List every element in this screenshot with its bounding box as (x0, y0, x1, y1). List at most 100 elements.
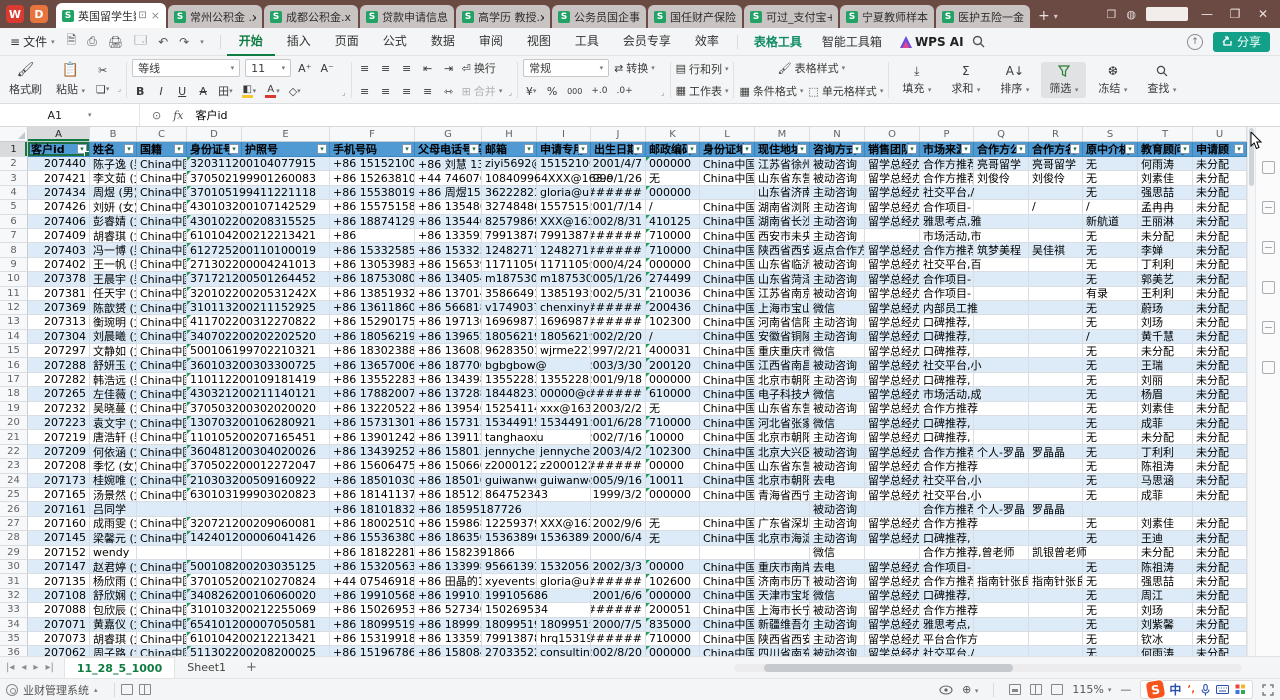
row-number[interactable]: 10 (0, 272, 28, 286)
cell[interactable] (1029, 330, 1083, 344)
cell[interactable] (974, 488, 1029, 502)
cell[interactable]: China中国 (137, 632, 187, 646)
cell[interactable] (974, 402, 1029, 416)
cell[interactable]: 未分配 (1193, 589, 1247, 603)
cell[interactable]: 142401200006041426 (187, 531, 242, 545)
cell[interactable]: 主动咨询 (810, 373, 865, 387)
fill-color-button[interactable]: ◧▾ (240, 83, 259, 99)
ribbon-tab-数据[interactable]: 数据 (419, 28, 467, 56)
cell[interactable] (1029, 459, 1083, 473)
cell[interactable]: +86 1343982452 (415, 373, 482, 387)
minimize-button[interactable]: — (1198, 7, 1216, 21)
cell[interactable]: 上海市长宁 (755, 603, 810, 617)
cell[interactable]: 无 (1083, 603, 1138, 617)
font-expander-icon[interactable]: ⌟ (342, 88, 346, 97)
cell[interactable]: +86 15263810 (330, 171, 415, 185)
currency-button[interactable]: ¥▾ (523, 83, 539, 99)
cell[interactable]: 710000 (646, 416, 700, 430)
cell[interactable]: 市场活动,市 (920, 229, 974, 243)
cell[interactable]: 王迪 (1138, 531, 1193, 545)
italic-button[interactable]: I (153, 83, 169, 99)
cell[interactable]: 117110505 (482, 258, 537, 272)
center-view-icon[interactable]: ⊕ ▾ (962, 683, 978, 696)
filter-dropdown-icon[interactable]: ▾ (77, 144, 87, 154)
cell[interactable]: 被动咨询 (810, 603, 865, 617)
sogou-logo-icon[interactable]: S (1146, 680, 1166, 700)
cell[interactable]: 2001/6/6 (591, 589, 646, 603)
cell[interactable]: 956613934 (482, 560, 537, 574)
header-cell-C[interactable]: 国籍▾ (137, 142, 187, 157)
cell[interactable]: +86 15152100 (330, 157, 415, 171)
align-center-button[interactable]: ≡ (378, 83, 394, 99)
cell[interactable]: 未分配 (1193, 632, 1247, 646)
cell[interactable]: 207313 (28, 315, 90, 329)
cell[interactable]: 留学总经办 (865, 445, 920, 459)
cell[interactable] (974, 200, 1029, 214)
cell[interactable] (865, 229, 920, 243)
filter-dropdown-icon[interactable]: ▾ (797, 144, 807, 154)
cell[interactable]: +86 15536380 (330, 531, 415, 545)
cell[interactable]: China中国 (700, 301, 755, 315)
cell[interactable] (1029, 215, 1083, 229)
cell[interactable]: 199105686 (482, 589, 537, 603)
cell-style-button[interactable]: ⬚单元格样式▾ (808, 82, 883, 101)
header-cell-N[interactable]: 咨询方式▾ (810, 142, 865, 157)
cell[interactable]: guiwanwei (537, 474, 591, 488)
column-header-D[interactable]: D (187, 127, 242, 142)
column-header-J[interactable]: J (591, 127, 646, 142)
cell[interactable]: 留学总经办 (865, 373, 920, 387)
cell[interactable]: 留学总经办 (865, 430, 920, 444)
panel-layout-icon[interactable] (1262, 201, 1275, 214)
cell[interactable] (974, 301, 1029, 315)
column-header-B[interactable]: B (90, 127, 137, 142)
cell[interactable]: 微信 (810, 344, 865, 358)
row-number[interactable]: 5 (0, 200, 28, 214)
file-menu-button[interactable]: ≡ 文件▾ (10, 33, 55, 50)
increase-font-button[interactable]: A⁺ (296, 60, 313, 76)
cell[interactable]: +86 13657006 (330, 358, 415, 372)
cell[interactable] (646, 546, 700, 560)
cell[interactable]: 151521001 (537, 157, 591, 171)
filter-dropdown-icon[interactable]: ▾ (1070, 144, 1080, 154)
column-header-I[interactable]: I (537, 127, 591, 142)
cell[interactable]: 未分配 (1193, 373, 1247, 387)
cell[interactable]: +86 1580156591 (415, 445, 482, 459)
cell[interactable] (1029, 344, 1083, 358)
cell[interactable]: China中国 (137, 358, 187, 372)
cell[interactable]: 153638966 (482, 531, 537, 545)
cell[interactable]: +86 1533258500 (415, 243, 482, 257)
row-number[interactable]: 31 (0, 574, 28, 588)
cell[interactable]: 207440 (28, 157, 90, 171)
cell[interactable]: 留学总经办 (865, 315, 920, 329)
cell[interactable] (1029, 430, 1083, 444)
cell[interactable]: 留学总经办 (865, 574, 920, 588)
cell[interactable]: ######## (591, 301, 646, 315)
cell[interactable]: 舒妍玉 (女 (90, 358, 137, 372)
select-all-corner[interactable] (0, 127, 28, 142)
cell[interactable]: 200051 (646, 603, 700, 617)
page-break-view-icon[interactable] (1051, 684, 1063, 695)
cell[interactable]: 710000 (646, 632, 700, 646)
cell[interactable]: China中国 (137, 603, 187, 617)
cell[interactable]: 000000 (646, 258, 700, 272)
cell[interactable]: China中国 (137, 301, 187, 315)
cell[interactable]: 无 (1083, 373, 1138, 387)
cell[interactable]: +86 17882007 (330, 387, 415, 401)
new-tab-button[interactable]: + (1038, 8, 1050, 24)
undo-icon[interactable]: ↶ (158, 35, 168, 49)
header-cell-O[interactable]: 销售团队▾ (865, 142, 920, 157)
header-cell-R[interactable]: 合作方名▾ (1029, 142, 1083, 157)
ribbon-tab-开始[interactable]: 开始 (227, 28, 275, 56)
zoom-out-button[interactable]: — (1120, 683, 1131, 696)
cell[interactable]: 370503200302020020 (187, 402, 242, 416)
filter-dropdown-icon[interactable]: ▾ (1016, 144, 1026, 154)
share-button[interactable]: 分享 (1213, 32, 1270, 52)
panel-edit-icon[interactable] (1262, 241, 1275, 254)
ribbon-tab-插入[interactable]: 插入 (275, 28, 323, 56)
cell[interactable]: 2000/4/24 (591, 258, 646, 272)
cell[interactable]: 黄千慧 (1138, 330, 1193, 344)
row-number[interactable]: 4 (0, 186, 28, 200)
cell[interactable]: / (646, 330, 700, 344)
increase-decimal-button[interactable]: +.0 (589, 83, 609, 99)
strikethrough-button[interactable]: A (195, 83, 211, 99)
